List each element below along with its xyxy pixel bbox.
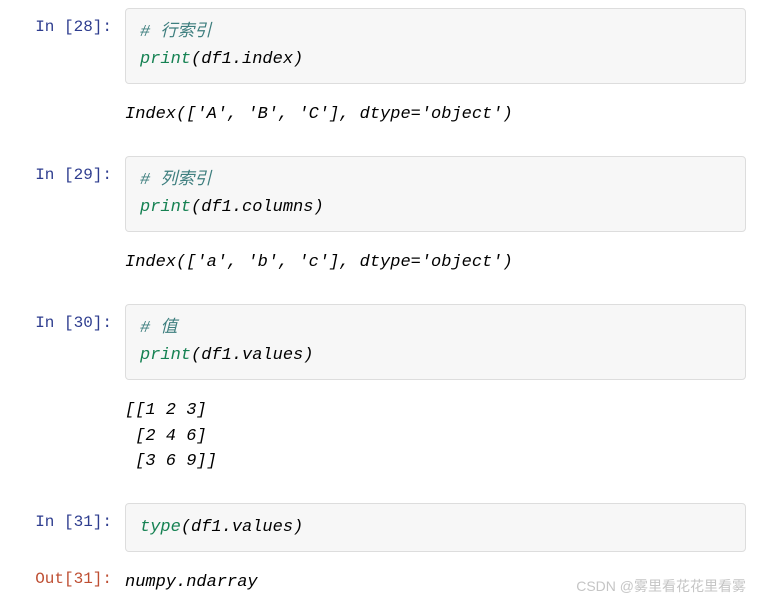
out-prompt-31: Out[31]: — [0, 560, 125, 588]
code-arg: df1.values — [191, 518, 293, 537]
output-area-29: Index(['a', 'b', 'c'], dtype='object') — [125, 240, 764, 286]
code-area-28[interactable]: # 行索引 print(df1.index) — [125, 8, 764, 84]
cell-29: In [29]: # 列索引 print(df1.columns) Index(… — [0, 156, 764, 286]
code-area-31[interactable]: type(df1.values) — [125, 503, 764, 552]
close-paren: ) — [313, 198, 323, 217]
output-area-30: [[1 2 3] [2 4 6] [3 6 9]] — [125, 388, 764, 485]
close-paren: ) — [303, 346, 313, 365]
empty-prompt — [0, 92, 125, 102]
watermark: CSDN @雾里看花花里看雾 — [576, 576, 746, 596]
code-comment: # 列索引 — [140, 171, 211, 190]
code-block-30: # 值 print(df1.values) — [125, 304, 746, 380]
close-paren: ) — [293, 50, 303, 69]
code-func: print — [140, 198, 191, 217]
open-paren: ( — [181, 518, 191, 537]
code-arg: df1.index — [201, 50, 293, 69]
input-row-28: In [28]: # 行索引 print(df1.index) — [0, 8, 764, 84]
output-row-30: [[1 2 3] [2 4 6] [3 6 9]] — [0, 388, 764, 485]
in-prompt-28: In [28]: — [0, 8, 125, 36]
open-paren: ( — [191, 346, 201, 365]
in-prompt-30: In [30]: — [0, 304, 125, 332]
code-area-29[interactable]: # 列索引 print(df1.columns) — [125, 156, 764, 232]
code-func: print — [140, 346, 191, 365]
code-block-28: # 行索引 print(df1.index) — [125, 8, 746, 84]
code-func: type — [140, 518, 181, 537]
code-comment: # 值 — [140, 319, 177, 338]
in-prompt-29: In [29]: — [0, 156, 125, 184]
output-area-28: Index(['A', 'B', 'C'], dtype='object') — [125, 92, 764, 138]
input-row-31: In [31]: type(df1.values) — [0, 503, 764, 552]
output-text-29: Index(['a', 'b', 'c'], dtype='object') — [125, 240, 746, 286]
output-row-28: Index(['A', 'B', 'C'], dtype='object') — [0, 92, 764, 138]
output-text-30: [[1 2 3] [2 4 6] [3 6 9]] — [125, 388, 746, 485]
output-text-28: Index(['A', 'B', 'C'], dtype='object') — [125, 92, 746, 138]
input-row-30: In [30]: # 值 print(df1.values) — [0, 304, 764, 380]
cell-30: In [30]: # 值 print(df1.values) [[1 2 3] … — [0, 304, 764, 485]
code-comment: # 行索引 — [140, 23, 211, 42]
empty-prompt — [0, 388, 125, 398]
output-row-29: Index(['a', 'b', 'c'], dtype='object') — [0, 240, 764, 286]
code-arg: df1.values — [201, 346, 303, 365]
code-block-31: type(df1.values) — [125, 503, 746, 552]
input-row-29: In [29]: # 列索引 print(df1.columns) — [0, 156, 764, 232]
code-area-30[interactable]: # 值 print(df1.values) — [125, 304, 764, 380]
open-paren: ( — [191, 198, 201, 217]
close-paren: ) — [293, 518, 303, 537]
code-block-29: # 列索引 print(df1.columns) — [125, 156, 746, 232]
cell-28: In [28]: # 行索引 print(df1.index) Index(['… — [0, 8, 764, 138]
open-paren: ( — [191, 50, 201, 69]
in-prompt-31: In [31]: — [0, 503, 125, 531]
code-arg: df1.columns — [201, 198, 313, 217]
empty-prompt — [0, 240, 125, 250]
code-func: print — [140, 50, 191, 69]
